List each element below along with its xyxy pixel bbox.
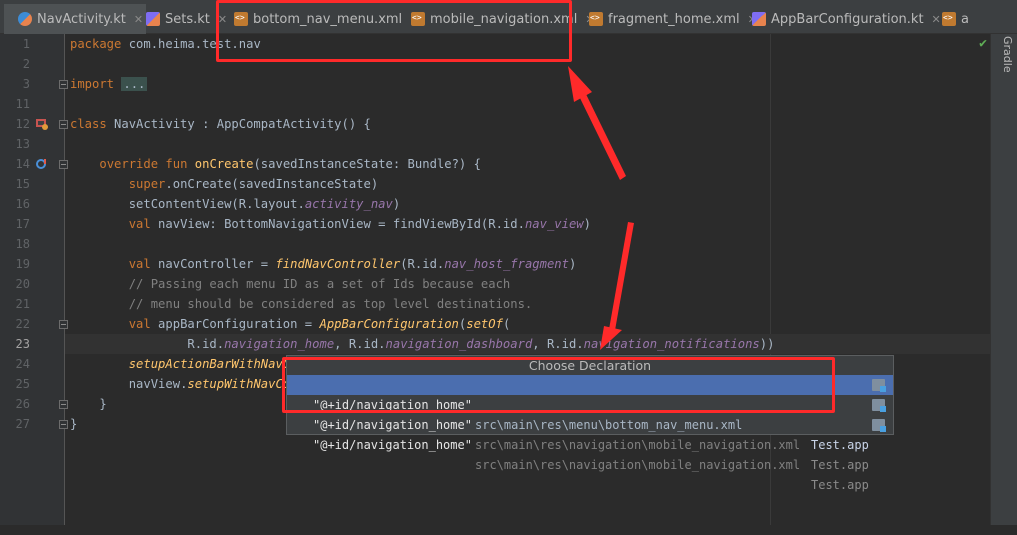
arrow-up-shaft bbox=[578, 90, 626, 180]
arrow-down-head bbox=[600, 326, 622, 350]
annotation-arrows bbox=[568, 66, 634, 350]
arrow-down-shaft bbox=[608, 222, 634, 336]
arrow-up-head bbox=[568, 66, 592, 102]
